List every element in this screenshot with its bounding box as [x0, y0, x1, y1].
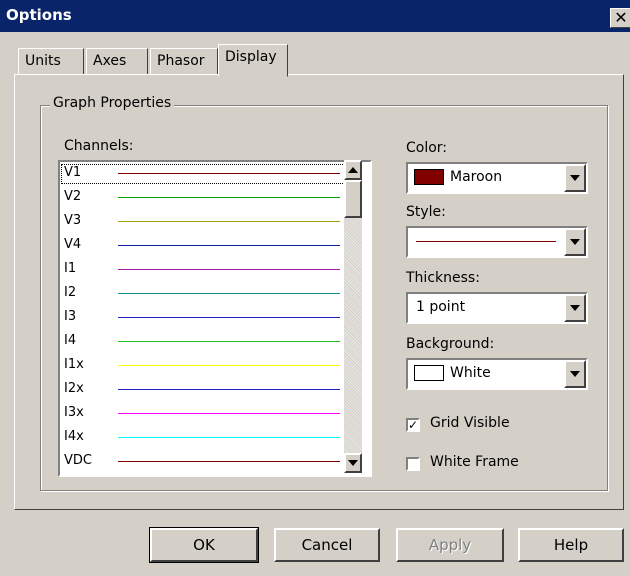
channel-line-sample [118, 389, 340, 390]
channel-line-sample [118, 365, 340, 366]
style-line-preview [416, 241, 556, 242]
channel-item[interactable]: V4 [60, 235, 348, 257]
channel-item[interactable]: I3x [60, 403, 348, 425]
channel-line-sample [118, 437, 340, 438]
arrow-down-icon [348, 460, 358, 466]
channel-line-sample [118, 221, 340, 222]
check-icon: ✓ [407, 418, 419, 432]
background-dropdown[interactable]: White [406, 358, 588, 390]
grid-visible-checkbox[interactable]: ✓ [406, 418, 420, 432]
background-value: White [450, 365, 491, 381]
help-button[interactable]: Help [518, 528, 624, 562]
tab-units[interactable]: Units [18, 48, 84, 75]
chevron-down-icon [570, 305, 580, 311]
channel-item[interactable]: I4x [60, 427, 348, 449]
channel-line-sample [118, 197, 340, 198]
channel-item[interactable]: I1 [60, 259, 348, 281]
scroll-down-button[interactable] [344, 453, 362, 473]
channel-item[interactable]: I2x [60, 379, 348, 401]
white-frame-checkbox[interactable] [406, 457, 420, 471]
channel-item[interactable]: I4 [60, 331, 348, 353]
arrow-up-icon [348, 167, 358, 173]
color-dropdown[interactable]: Maroon [406, 162, 588, 194]
channel-item[interactable]: VDC [60, 451, 348, 473]
thickness-label: Thickness: [406, 270, 480, 286]
background-dropdown-button[interactable] [564, 360, 586, 388]
chevron-down-icon [570, 175, 580, 181]
close-icon: ✕ [614, 8, 628, 27]
thickness-value: 1 point [416, 299, 466, 315]
tab-display[interactable]: Display [218, 44, 288, 77]
channel-line-sample [118, 269, 340, 270]
channel-line-sample [118, 245, 340, 246]
channel-item[interactable]: V3 [60, 211, 348, 233]
channel-name: I2x [64, 381, 84, 396]
channel-item[interactable]: I1x [60, 355, 348, 377]
channel-name: V4 [64, 237, 82, 252]
channel-name: I1x [64, 357, 84, 372]
style-label: Style: [406, 204, 446, 220]
tab-axes[interactable]: Axes [86, 48, 148, 75]
channel-line-sample [118, 341, 340, 342]
channel-line-sample [118, 293, 340, 294]
color-swatch [414, 169, 444, 185]
ok-button[interactable]: OK [149, 527, 259, 563]
style-dropdown-button[interactable] [564, 228, 586, 256]
channel-line-sample [118, 461, 340, 462]
thickness-dropdown-button[interactable] [564, 294, 586, 322]
window-title: Options [6, 6, 72, 24]
channel-name: I1 [64, 261, 77, 276]
channel-item[interactable]: V1 [60, 163, 348, 185]
channel-name: I2 [64, 285, 77, 300]
group-label: Graph Properties [50, 95, 175, 111]
channel-name: V2 [64, 189, 82, 204]
channel-name: V3 [64, 213, 82, 228]
channel-line-sample [118, 317, 340, 318]
channel-item[interactable]: I2 [60, 283, 348, 305]
thickness-dropdown[interactable]: 1 point [406, 292, 588, 324]
chevron-down-icon [570, 371, 580, 377]
background-swatch [414, 365, 444, 381]
white-frame-label: White Frame [430, 454, 519, 470]
color-label: Color: [406, 140, 448, 156]
channel-name: I4 [64, 333, 77, 348]
channel-name: VDC [64, 453, 92, 468]
color-value: Maroon [450, 169, 503, 185]
channels-label: Channels: [64, 138, 134, 154]
style-dropdown[interactable] [406, 226, 588, 258]
channel-name: I3x [64, 405, 84, 420]
channel-name: I4x [64, 429, 84, 444]
channel-item[interactable]: V2 [60, 187, 348, 209]
scroll-up-button[interactable] [344, 160, 362, 180]
channel-line-sample [118, 173, 340, 174]
apply-button[interactable]: Apply [396, 528, 504, 562]
channel-name: I3 [64, 309, 77, 324]
grid-visible-label: Grid Visible [430, 415, 510, 431]
cancel-button[interactable]: Cancel [274, 528, 380, 562]
title-bar [0, 0, 630, 32]
channel-item[interactable]: I3 [60, 307, 348, 329]
channels-scrollbar[interactable] [344, 160, 362, 473]
chevron-down-icon [570, 239, 580, 245]
channel-name: V1 [64, 165, 82, 180]
color-dropdown-button[interactable] [564, 164, 586, 192]
channel-line-sample [118, 413, 340, 414]
channels-listbox[interactable]: V1 V2 V3 V4 I1 I2 I3 I4 I1x I2x I3x I4x VDC [58, 160, 372, 477]
close-button[interactable]: ✕ [610, 8, 630, 28]
tab-phasor[interactable]: Phasor [150, 48, 218, 75]
scroll-thumb[interactable] [344, 180, 362, 218]
background-label: Background: [406, 336, 495, 352]
